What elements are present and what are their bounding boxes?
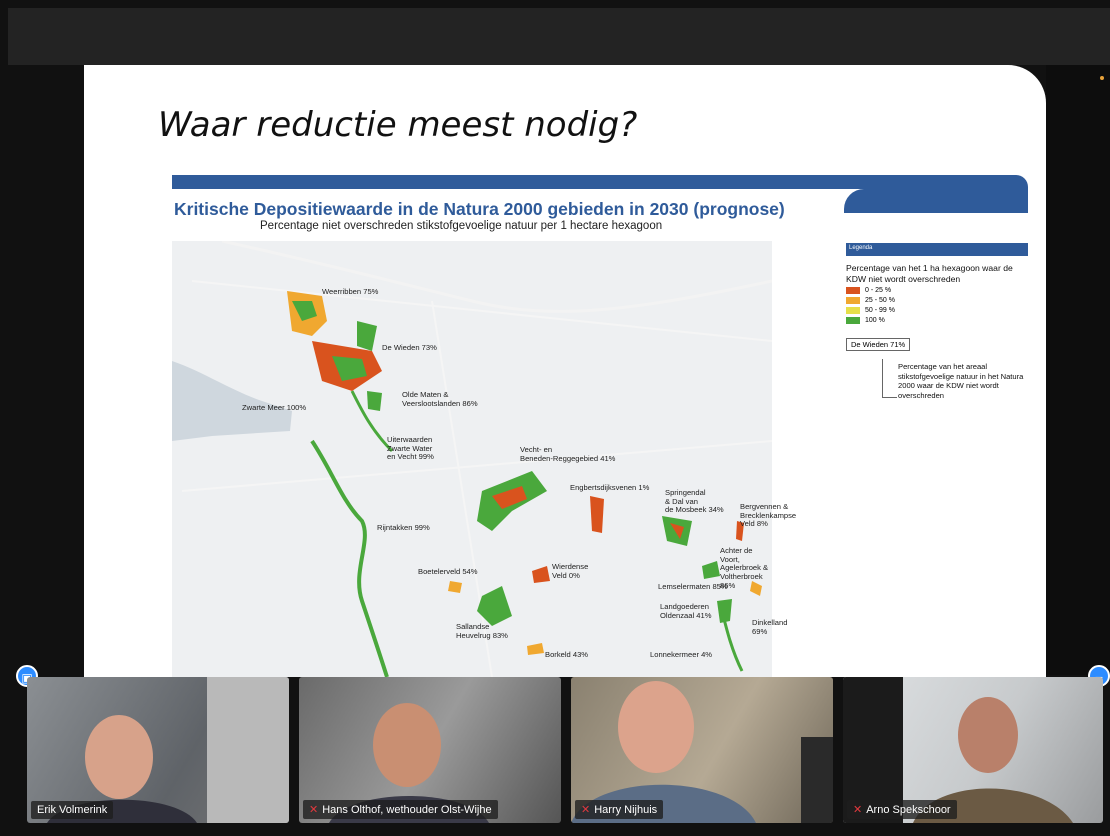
- map-subtitle: Percentage niet overschreden stikstofgev…: [260, 220, 663, 232]
- legend-description: Percentage van het 1 ha hexagoon waar de…: [846, 263, 1013, 284]
- legend-swatch: [846, 307, 860, 315]
- video-tile[interactable]: ✕ Harry Nijhuis: [571, 677, 833, 823]
- legend-item-label: 0 - 25 %: [865, 287, 892, 295]
- slide-title: Waar reductie meest nodig?: [158, 105, 638, 145]
- legend-example: De Wieden 71%: [846, 338, 911, 352]
- map-label-uiterwaarden: Uiterwaarden Zwarte Water en Vecht 99%: [387, 435, 434, 462]
- map-label-boetelerveld: Boetelerveld 54%: [418, 567, 478, 576]
- shared-screen-slide: Waar reductie meest nodig? Kritische Dep…: [84, 65, 1046, 677]
- legend-item-label: 50 - 99 %: [865, 307, 895, 315]
- participant-name-tag: ✕ Hans Olthof, wethouder Olst-Wijhe: [303, 800, 498, 819]
- legend-header: Legenda: [846, 243, 1028, 256]
- participant-name-tag: Erik Volmerink: [31, 801, 114, 819]
- legend-item-label: 100 %: [865, 317, 885, 325]
- map-label-wierdense-veld: Wierdense Veld 0%: [552, 562, 589, 580]
- map-label-landgoederen: Landgoederen Oldenzaal 41%: [660, 602, 712, 620]
- map-label-sallandse-heuvelrug: Sallandse Heuvelrug 83%: [456, 622, 508, 640]
- legend-item: 50 - 99 %: [846, 307, 1028, 315]
- participant-name-tag: ✕ Harry Nijhuis: [575, 800, 664, 819]
- muted-mic-icon: ✕: [581, 804, 591, 816]
- slide-banner-tab: [844, 189, 1028, 213]
- legend-bracket: [882, 359, 897, 398]
- legend-item: 25 - 50 %: [846, 297, 1028, 305]
- participant-name-tag: ✕ Arno Spekschoor: [847, 800, 957, 819]
- legend-item: 100 %: [846, 317, 1028, 325]
- map-label-engbertsdijksvenen: Engbertsdijksvenen 1%: [570, 483, 650, 492]
- map-label-lonnekermeer: Lonnekermeer 4%: [650, 650, 713, 659]
- participant-name: Arno Spekschoor: [866, 803, 951, 816]
- participant-name: Erik Volmerink: [37, 804, 108, 816]
- legend-example-description: Percentage van het areaal stikstofgevoel…: [898, 362, 1024, 400]
- map-label-vecht-regge: Vecht- en Beneden-Reggegebied 41%: [520, 445, 616, 463]
- map-label-zwarte-meer: Zwarte Meer 100%: [242, 403, 307, 412]
- video-tile[interactable]: Erik Volmerink: [27, 677, 289, 823]
- muted-mic-icon: ✕: [309, 804, 319, 816]
- participant-name: Hans Olthof, wethouder Olst-Wijhe: [322, 803, 492, 816]
- video-tile[interactable]: ✕ Arno Spekschoor: [843, 677, 1103, 823]
- status-dot: [1100, 76, 1104, 80]
- slide-banner: [172, 175, 1028, 189]
- natura2000-map: Weerribben 75% De Wieden 73% Olde Maten …: [172, 241, 796, 677]
- legend-swatch: [846, 317, 860, 325]
- map-label-springendal: Springendal & Dal van de Mosbeek 34%: [665, 488, 724, 515]
- map-label-lemselermaten: Lemselermaten 85%: [658, 582, 728, 591]
- map-label-bergvennen: Bergvennen & Brecklenkampse Veld 8%: [740, 502, 797, 529]
- meeting-top-bar: [8, 8, 1110, 65]
- video-tile[interactable]: ✕ Hans Olthof, wethouder Olst-Wijhe: [299, 677, 561, 823]
- map-label-borkeld: Borkeld 43%: [545, 650, 589, 659]
- right-gutter: [1046, 65, 1110, 675]
- map-label-weerribben: Weerribben 75%: [322, 287, 379, 296]
- map-label-olde-maten: Olde Maten & Veerslootslanden 86%: [402, 390, 478, 408]
- map-label-de-wieden: De Wieden 73%: [382, 343, 437, 352]
- map-legend: Legenda Percentage van het 1 ha hexagoon…: [846, 243, 1028, 400]
- legend-item: 0 - 25 %: [846, 287, 1028, 295]
- legend-item-label: 25 - 50 %: [865, 297, 895, 305]
- legend-swatch: [846, 287, 860, 295]
- map-title: Kritische Depositiewaarde in de Natura 2…: [174, 199, 785, 219]
- map-label-dinkelland: Dinkelland 69%: [752, 618, 788, 636]
- map-label-rijntakken: Rijntakken 99%: [377, 523, 430, 532]
- participant-name: Harry Nijhuis: [594, 803, 658, 816]
- muted-mic-icon: ✕: [853, 804, 863, 816]
- legend-swatch: [846, 297, 860, 305]
